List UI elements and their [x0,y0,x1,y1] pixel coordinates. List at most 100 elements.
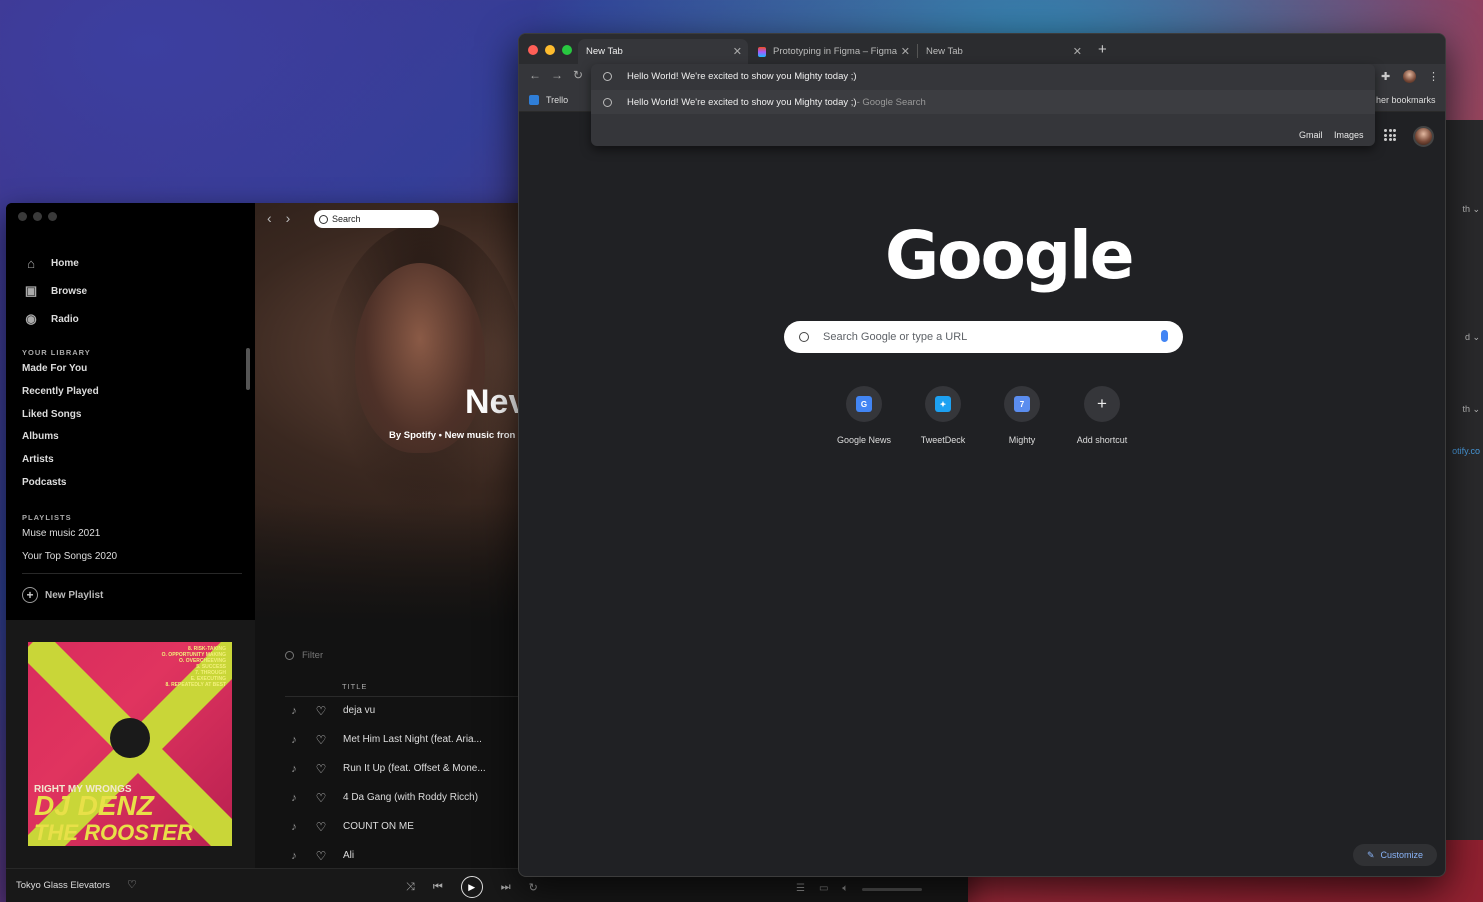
microphone-icon[interactable] [1161,330,1168,342]
volume-icon[interactable]: 🔈︎ [842,883,848,894]
heart-icon[interactable]: ♡ [308,762,334,776]
reload-icon[interactable]: ↻ [573,68,583,82]
repeat-icon[interactable]: ↻ [529,881,538,894]
close-button[interactable] [528,45,538,55]
new-playlist-button[interactable]: + New Playlist [22,587,103,603]
music-note-icon: ♪ [291,762,297,775]
omnibox-suggestion[interactable]: Hello World! We're excited to show you M… [591,90,1375,114]
home-icon: ⌂ [27,255,35,271]
search-input[interactable]: Search [314,210,439,228]
library-item[interactable]: Recently Played [22,386,99,397]
heart-icon[interactable]: ♡ [308,849,334,863]
track-title: Run It Up (feat. Offset & Mone... [343,763,486,774]
zoom-button[interactable] [48,212,57,221]
heart-icon[interactable]: ♡ [308,733,334,747]
tab-label: Prototyping in Figma – Figma [773,46,898,57]
bookmark-label: Trello [546,95,569,105]
profile-avatar[interactable] [1403,70,1416,83]
close-button[interactable] [18,212,27,221]
music-note-icon: ♪ [291,820,297,833]
menu-icon[interactable]: ⋮ [1428,70,1439,83]
shortcut-label: Add shortcut [1076,435,1128,445]
window-controls [528,45,572,55]
chrome-window: New Tab ✕ Prototyping in Figma – Figma ✕… [518,33,1446,877]
other-bookmarks[interactable]: her bookmarks [1376,95,1436,105]
images-link[interactable]: Images [1334,130,1364,140]
shortcut-label: Google News [836,435,892,445]
album-artwork: 8. RISK-TAKING O. OPPORTUNITY MAKING O. … [28,642,232,846]
customize-button[interactable]: ✎ Customize [1353,844,1437,866]
google-search-box[interactable]: Search Google or type a URL [784,321,1183,353]
divider [22,573,242,574]
heart-icon[interactable]: ♡ [308,791,334,805]
bg-fragment: th ⌄ [1462,404,1480,414]
shortcut-tweetdeck[interactable]: ✦ TweetDeck [903,386,983,445]
music-note-icon: ♪ [291,704,297,717]
zoom-button[interactable] [562,45,572,55]
filter-input[interactable]: Filter [285,650,323,661]
omnibox-dropdown: Hello World! We're excited to show you M… [591,64,1375,146]
close-icon[interactable]: ✕ [733,45,742,58]
next-icon[interactable]: ⏭ [501,881,511,894]
library-item[interactable]: Liked Songs [22,409,81,420]
queue-icon[interactable]: ☰ [796,883,805,894]
search-icon [603,71,612,81]
address-input[interactable]: Hello World! We're excited to show you M… [627,71,857,82]
extensions-icon[interactable]: ✚ [1381,70,1390,83]
new-tab-button[interactable]: + [1098,41,1107,58]
tweetdeck-icon: ✦ [935,396,951,412]
tab-new-tab[interactable]: New Tab ✕ [578,39,748,64]
new-playlist-label: New Playlist [45,589,104,601]
shortcut-google-news[interactable]: G Google News [824,386,904,445]
close-icon[interactable]: ✕ [901,45,910,58]
spotify-sidebar: ⌂ Home ▣ Browse ◉ Radio YOUR LIBRARY Mad… [6,203,255,868]
devices-icon[interactable]: ▭ [819,883,828,894]
search-placeholder: Search Google or type a URL [823,331,968,343]
back-arrow-icon[interactable]: ← [529,68,541,82]
sidebar-scrollbar[interactable] [246,348,250,390]
nav-home[interactable]: ⌂ Home [22,249,87,277]
nav-radio[interactable]: ◉ Radio [22,305,87,333]
apps-grid-icon[interactable] [1384,129,1396,141]
playlist-item[interactable]: Your Top Songs 2020 [22,551,117,562]
library-item[interactable]: Albums [22,431,59,442]
nav-browse[interactable]: ▣ Browse [22,277,87,305]
library-item[interactable]: Made For You [22,363,87,374]
minimize-button[interactable] [545,45,555,55]
plus-icon: + [22,587,38,603]
tab-label: New Tab [586,46,623,57]
back-arrow-icon[interactable]: ‹ [267,210,272,226]
search-icon [319,214,328,224]
now-playing-cover[interactable]: 8. RISK-TAKING O. OPPORTUNITY MAKING O. … [6,620,255,868]
heart-icon[interactable]: ♡ [308,820,334,834]
library-item[interactable]: Podcasts [22,477,66,488]
album-artist: DJ DENZ [34,790,154,821]
shuffle-icon[interactable]: ⤨ [406,881,415,894]
trello-icon [529,95,539,105]
google-news-icon: G [856,396,872,412]
close-icon[interactable]: ✕ [1073,45,1082,58]
tab-new-tab-2[interactable]: New Tab ✕ [918,39,1088,64]
tab-figma[interactable]: Prototyping in Figma – Figma ✕ [750,39,916,64]
volume-slider[interactable] [862,888,923,891]
heart-icon[interactable]: ♡ [127,878,137,891]
previous-icon[interactable]: ⏮ [433,881,443,894]
playlist-item[interactable]: Muse music 2021 [22,528,100,539]
column-header-title[interactable]: TITLE [342,682,367,691]
play-button[interactable]: ▶ [460,876,483,898]
shortcut-mighty[interactable]: 7 Mighty [982,386,1062,445]
shortcut-add[interactable]: + Add shortcut [1062,386,1142,445]
nav-label: Radio [51,313,79,325]
address-bar[interactable]: Hello World! We're excited to show you M… [591,64,1375,88]
minimize-button[interactable] [33,212,42,221]
account-avatar[interactable] [1413,126,1434,147]
track-title: deja vu [343,705,376,716]
heart-icon[interactable]: ♡ [308,704,334,718]
filter-placeholder: Filter [302,650,324,661]
forward-arrow-icon[interactable]: → [551,68,563,82]
bookmark-trello[interactable]: Trello [529,95,568,105]
library-item[interactable]: Artists [22,454,54,465]
forward-arrow-icon[interactable]: › [286,210,291,226]
gmail-link[interactable]: Gmail [1299,130,1323,140]
now-playing-title[interactable]: Tokyo Glass Elevators [16,880,110,891]
